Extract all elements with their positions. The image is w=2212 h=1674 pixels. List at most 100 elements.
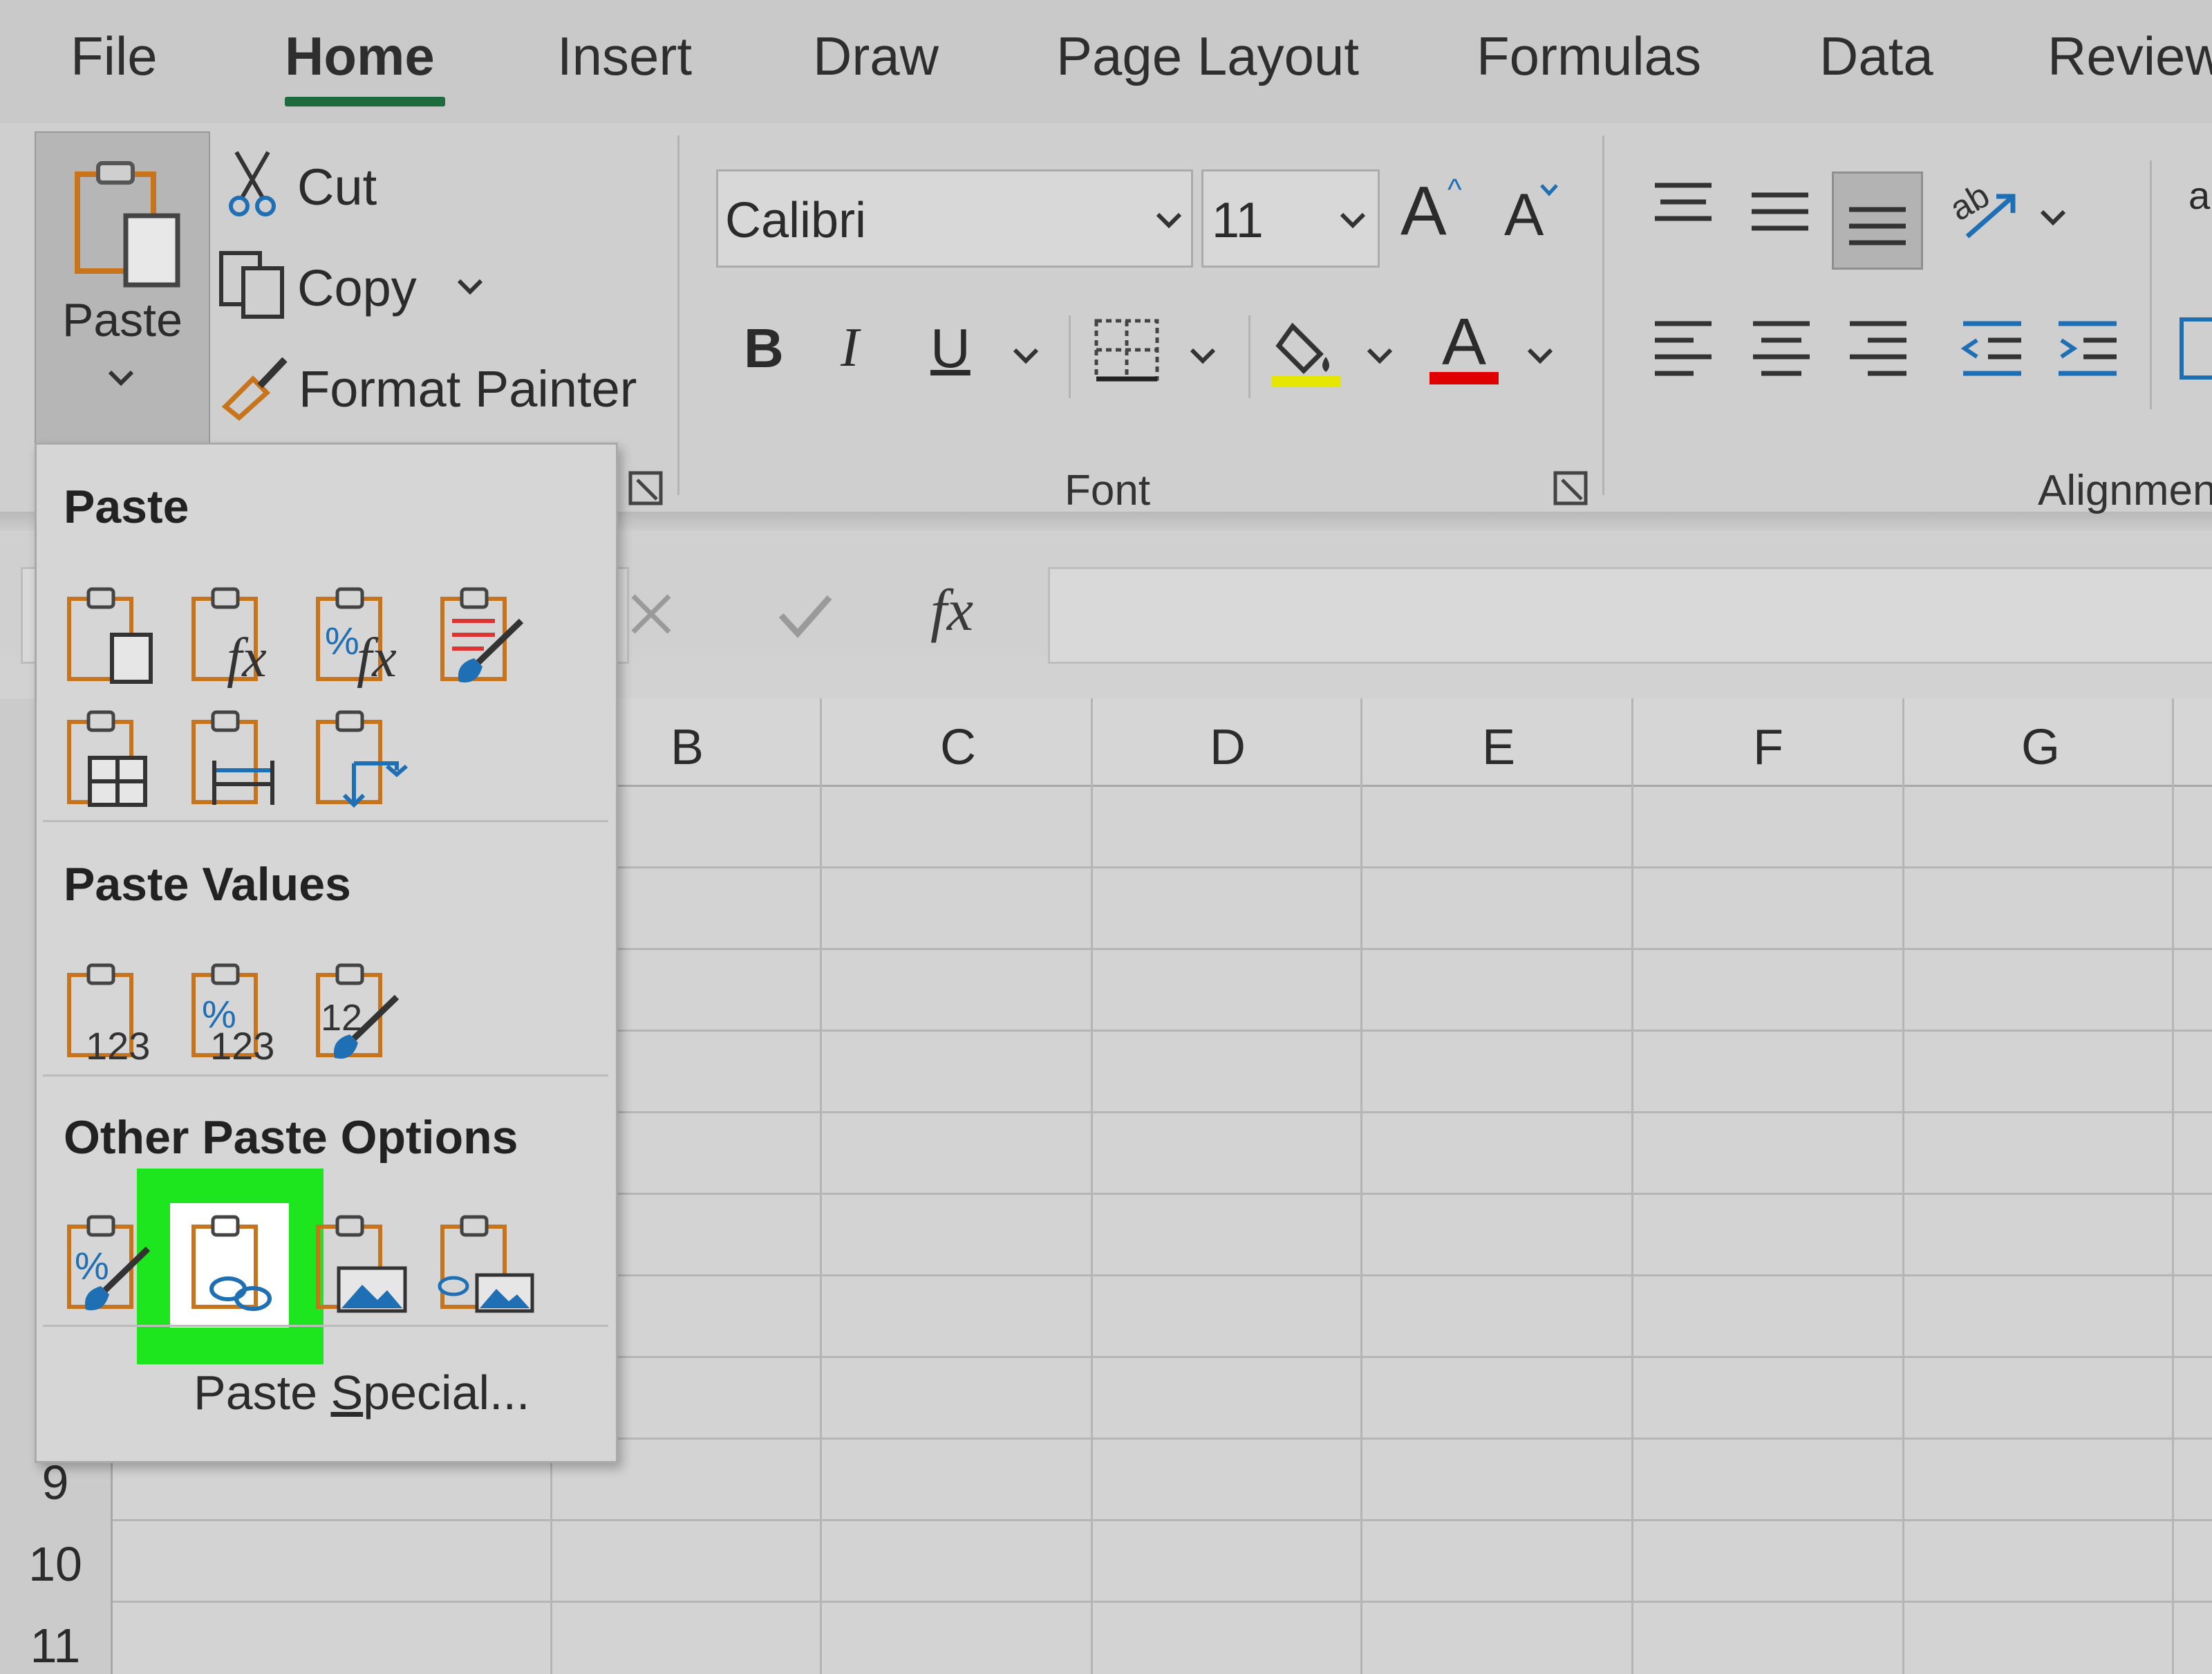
tab-file[interactable]: File: [71, 25, 158, 88]
column-header-b[interactable]: B: [671, 719, 704, 776]
cancel-entry-icon[interactable]: [629, 592, 673, 636]
paste-formulas-number-formatting-icon[interactable]: % fx: [311, 585, 415, 689]
linked-picture-icon[interactable]: [435, 1213, 539, 1317]
align-bottom-icon: [1849, 207, 1906, 245]
formula-input[interactable]: [1048, 567, 2212, 664]
borders-chevron-icon[interactable]: [1189, 346, 1217, 366]
clipboard-dialog-launcher-icon[interactable]: [628, 471, 664, 506]
no-borders-icon[interactable]: [62, 708, 166, 812]
font-size-combo[interactable]: 11: [1201, 169, 1380, 268]
formatting-icon[interactable]: %: [62, 1213, 166, 1317]
column-divider: [1091, 698, 1093, 1674]
paste-special-menu-item[interactable]: Paste Special...: [194, 1365, 529, 1420]
underline-button[interactable]: U: [930, 317, 971, 380]
copy-icon: [219, 251, 284, 319]
font-color-button[interactable]: A: [1442, 304, 1486, 380]
paste-values-section-header: Paste Values: [64, 858, 351, 911]
increase-indent-icon[interactable]: [2056, 319, 2119, 379]
column-header-g[interactable]: G: [2021, 719, 2060, 776]
scissors-icon: [229, 151, 276, 216]
column-header-f[interactable]: F: [1753, 719, 1783, 776]
column-header-c[interactable]: C: [940, 719, 976, 776]
decrease-indent-icon[interactable]: [1960, 319, 2024, 379]
tab-data[interactable]: Data: [1819, 25, 1933, 88]
column-header-d[interactable]: D: [1210, 719, 1246, 776]
column-divider: [1902, 698, 1904, 1674]
paste-button[interactable]: Paste: [35, 131, 210, 445]
wrap-text-partial[interactable]: a: [2188, 173, 2210, 218]
font-separator: [1069, 315, 1071, 398]
insert-function-button[interactable]: fx: [930, 575, 973, 644]
tab-home[interactable]: Home: [285, 25, 435, 88]
bold-button[interactable]: B: [744, 317, 784, 380]
transpose-icon[interactable]: [311, 708, 415, 812]
values-123-glyph: 123: [86, 1024, 150, 1068]
paste-link-icon[interactable]: [187, 1213, 290, 1317]
paste-icon[interactable]: [62, 585, 166, 689]
font-color-chevron-icon[interactable]: [1526, 346, 1554, 366]
svg-text:123: 123: [210, 1024, 274, 1068]
paste-special-label-suffix: pecial...: [363, 1366, 530, 1420]
row-header-9[interactable]: 9: [0, 1455, 111, 1510]
copy-button[interactable]: Copy: [297, 259, 417, 317]
fill-color-icon[interactable]: [1272, 313, 1341, 389]
align-bottom-button[interactable]: [1832, 171, 1923, 270]
font-separator-2: [1248, 315, 1250, 398]
values-source-formatting-icon[interactable]: 12: [311, 961, 415, 1065]
confirm-entry-icon[interactable]: [777, 593, 832, 639]
group-separator: [677, 136, 679, 495]
shrink-caret-icon: [1540, 184, 1558, 196]
tab-review[interactable]: Review: [2047, 25, 2212, 88]
row-header-11[interactable]: 11: [0, 1618, 111, 1673]
row-header-10[interactable]: 10: [0, 1536, 111, 1592]
orientation-icon[interactable]: ab: [1943, 176, 2030, 243]
ribbon-tab-bar: File Home Insert Draw Page Layout Formul…: [0, 0, 2212, 123]
merge-center-icon[interactable]: [2179, 317, 2212, 383]
menu-separator: [43, 1325, 608, 1327]
paste-clipboard-icon: [75, 161, 180, 288]
format-painter-button[interactable]: Format Painter: [299, 360, 637, 418]
svg-text:%: %: [75, 1244, 109, 1287]
align-center-icon[interactable]: [1750, 319, 1812, 379]
values-number-formatting-icon[interactable]: % 123: [187, 961, 290, 1068]
font-color-swatch: [1430, 372, 1499, 384]
svg-text:%: %: [325, 619, 359, 662]
fill-color-chevron-icon[interactable]: [1366, 346, 1394, 366]
tab-draw[interactable]: Draw: [813, 25, 939, 88]
group-separator-2: [1602, 136, 1604, 495]
fill-color-swatch: [1272, 376, 1341, 387]
grow-font-button[interactable]: A: [1400, 171, 1447, 251]
column-divider: [1360, 698, 1362, 1674]
italic-button[interactable]: I: [841, 317, 859, 380]
font-name-chevron-icon: [1156, 212, 1182, 229]
other-paste-options-section-header: Other Paste Options: [64, 1111, 518, 1164]
keep-source-column-widths-icon[interactable]: [187, 708, 290, 812]
cut-button[interactable]: Cut: [297, 158, 377, 216]
column-header-e[interactable]: E: [1482, 719, 1515, 776]
format-painter-icon: [221, 357, 288, 421]
align-right-icon[interactable]: [1847, 319, 1909, 379]
font-size-value: 11: [1212, 193, 1264, 248]
values-icon[interactable]: 123: [62, 961, 166, 1068]
borders-icon[interactable]: [1092, 317, 1161, 383]
picture-icon[interactable]: [311, 1213, 415, 1317]
paste-section-header: Paste: [64, 481, 189, 533]
font-size-chevron-icon: [1340, 212, 1366, 229]
align-left-icon[interactable]: [1652, 319, 1714, 379]
paste-formulas-icon[interactable]: fx: [187, 585, 290, 689]
copy-dropdown-chevron-icon[interactable]: [456, 277, 484, 297]
svg-text:fx: fx: [357, 628, 397, 689]
orientation-chevron-icon[interactable]: [2039, 207, 2067, 228]
shrink-font-button[interactable]: A: [1504, 181, 1544, 250]
tab-page-layout[interactable]: Page Layout: [1056, 25, 1359, 88]
tab-formulas[interactable]: Formulas: [1477, 25, 1701, 88]
keep-source-formatting-icon[interactable]: [435, 585, 539, 689]
align-top-icon[interactable]: [1652, 181, 1714, 230]
underline-chevron-icon[interactable]: [1012, 346, 1040, 366]
menu-separator: [43, 820, 608, 822]
font-dialog-launcher-icon[interactable]: [1553, 471, 1588, 506]
svg-text:fx: fx: [227, 628, 267, 689]
font-name-combo[interactable]: Calibri: [716, 169, 1193, 268]
tab-insert[interactable]: Insert: [557, 25, 692, 88]
align-middle-icon[interactable]: [1749, 191, 1811, 239]
